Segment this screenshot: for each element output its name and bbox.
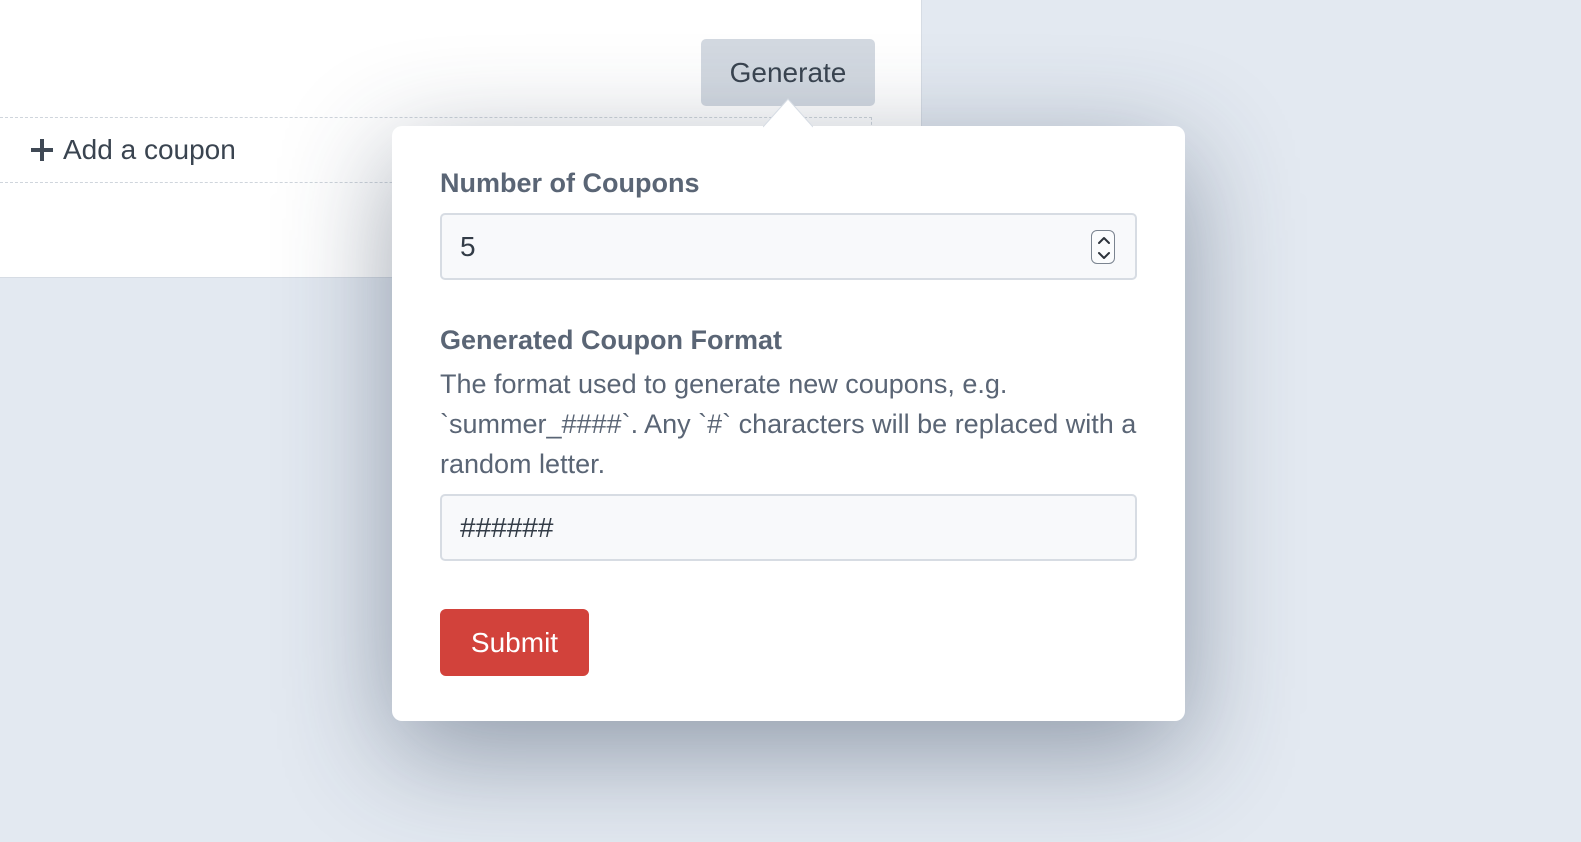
add-coupon-label: Add a coupon xyxy=(63,134,236,165)
generate-popover: Number of Coupons 5 Generated Coupon For… xyxy=(392,126,1185,721)
coupon-format-value: ###### xyxy=(460,511,554,543)
coupon-format-help: The format used to generate new coupons,… xyxy=(440,369,1137,479)
popover-arrow xyxy=(763,98,813,128)
add-coupon-button[interactable]: Add a coupon xyxy=(31,134,236,166)
quantity-stepper[interactable] xyxy=(1091,230,1115,264)
submit-button[interactable]: Submit xyxy=(440,609,589,676)
generate-button[interactable]: Generate xyxy=(701,39,875,106)
number-of-coupons-value: 5 xyxy=(460,230,476,262)
number-of-coupons-label: Number of Coupons xyxy=(440,168,700,198)
generate-popover-wrapper: Number of Coupons 5 Generated Coupon For… xyxy=(392,126,1185,721)
number-of-coupons-input[interactable]: 5 xyxy=(440,213,1137,280)
plus-icon xyxy=(31,139,53,161)
coupon-format-input[interactable]: ###### xyxy=(440,494,1137,561)
coupon-format-label: Generated Coupon Format xyxy=(440,325,783,355)
stepper-chevrons-icon xyxy=(1098,237,1110,259)
